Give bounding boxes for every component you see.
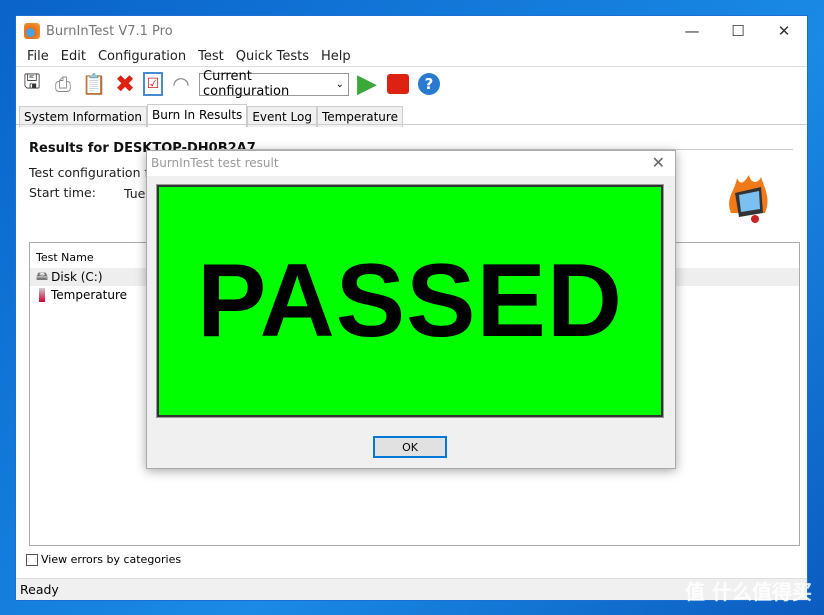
disk-icon: 🖴 bbox=[36, 268, 49, 283]
maximize-button[interactable]: ☐ bbox=[715, 16, 761, 46]
menu-edit[interactable]: Edit bbox=[55, 49, 92, 64]
config-label: Test configuration file bbox=[29, 165, 164, 180]
watermark: 值 什么值得买 bbox=[685, 580, 812, 604]
chevron-down-icon: ⌄ bbox=[335, 78, 344, 90]
start-icon[interactable]: ▶ bbox=[354, 69, 380, 99]
config-select-value: Current configuration bbox=[203, 69, 290, 99]
close-button[interactable]: ✕ bbox=[761, 16, 807, 46]
start-time-value: Tue bbox=[124, 186, 146, 201]
app-icon bbox=[24, 23, 40, 39]
menu-file[interactable]: File bbox=[21, 49, 55, 64]
test-result-dialog: BurnInTest test result ✕ PASSED OK bbox=[146, 150, 676, 469]
help-icon[interactable]: ? bbox=[416, 71, 442, 97]
menu-test[interactable]: Test bbox=[192, 49, 230, 64]
clipboard-icon[interactable]: 📋 bbox=[81, 71, 107, 97]
thermometer-icon bbox=[39, 288, 45, 302]
checkbox-box[interactable] bbox=[26, 553, 38, 566]
menu-configuration[interactable]: Configuration bbox=[92, 49, 192, 64]
checkbox-label: View errors by categories bbox=[41, 553, 182, 566]
window-title: BurnInTest V7.1 Pro bbox=[46, 23, 173, 39]
menu-quick-tests[interactable]: Quick Tests bbox=[230, 49, 315, 64]
save-icon[interactable]: 🖫 bbox=[19, 69, 45, 97]
ok-button[interactable]: OK bbox=[373, 436, 447, 458]
start-time-label: Start time: bbox=[29, 185, 96, 200]
view-errors-checkbox[interactable]: View errors by categories bbox=[26, 553, 181, 566]
result-text: PASSED bbox=[197, 242, 623, 359]
dialog-close-icon[interactable]: ✕ bbox=[652, 153, 665, 172]
checklist-icon[interactable]: ☑ bbox=[143, 72, 163, 96]
config-select[interactable]: Current configuration ⌄ bbox=[199, 69, 349, 99]
minimize-button[interactable]: — bbox=[669, 16, 715, 46]
dialog-title: BurnInTest test result bbox=[151, 156, 279, 170]
dialog-title-bar: BurnInTest test result ✕ bbox=[147, 151, 675, 176]
burnintest-logo-icon bbox=[729, 175, 768, 223]
print-icon[interactable]: ⎙ bbox=[50, 71, 76, 97]
list-item-label: Temperature bbox=[51, 288, 128, 302]
stop-icon[interactable] bbox=[385, 71, 411, 97]
menu-bar: File Edit Configuration Test Quick Tests… bbox=[16, 46, 807, 67]
menu-help[interactable]: Help bbox=[315, 49, 357, 64]
list-item-label: Disk (C:) bbox=[51, 270, 103, 284]
clear-icon[interactable]: ✖ bbox=[112, 70, 138, 98]
toolbar: 🖫 ⎙ 📋 ✖ ☑ ◠ Current configuration ⌄ ▶ ? bbox=[16, 67, 807, 101]
gauge-icon[interactable]: ◠ bbox=[168, 71, 194, 97]
title-bar: BurnInTest V7.1 Pro — ☐ ✕ bbox=[16, 16, 807, 46]
result-banner: PASSED bbox=[156, 184, 664, 418]
